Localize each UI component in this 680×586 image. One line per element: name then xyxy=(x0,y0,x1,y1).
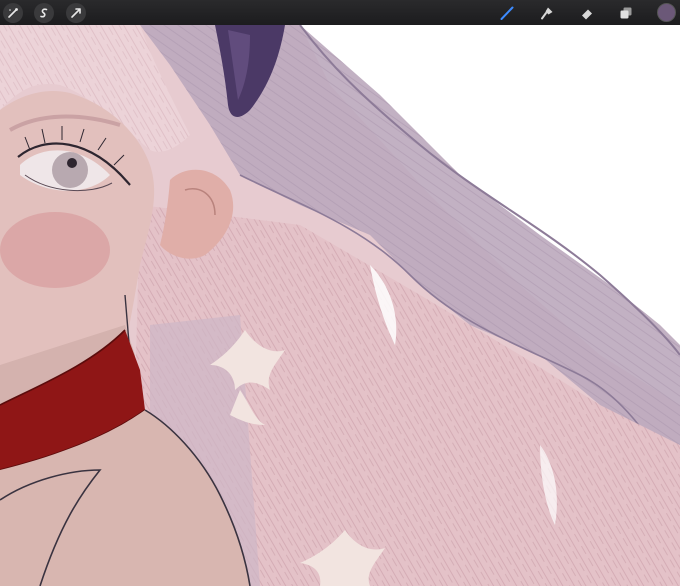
color-swatch[interactable] xyxy=(657,3,676,22)
transform-icon xyxy=(71,8,81,18)
cheek-blush xyxy=(0,212,110,288)
smudge-button[interactable] xyxy=(537,3,557,23)
top-toolbar xyxy=(0,0,680,25)
selection-button[interactable] xyxy=(34,3,54,23)
adjustments-button[interactable] xyxy=(3,3,23,23)
layers-icon xyxy=(620,7,632,19)
layers-button[interactable] xyxy=(616,3,636,23)
drawing-canvas[interactable] xyxy=(0,25,680,586)
artwork xyxy=(0,25,680,586)
pupil xyxy=(67,158,77,168)
brush-button[interactable] xyxy=(497,3,517,23)
eraser-button[interactable] xyxy=(577,3,597,23)
brush-icon xyxy=(500,6,514,20)
transform-button[interactable] xyxy=(66,3,86,23)
adjustments-icon xyxy=(8,8,18,18)
eraser-icon xyxy=(582,9,592,20)
iris xyxy=(52,152,88,188)
drawing-app xyxy=(0,0,680,586)
smudge-icon xyxy=(541,7,553,20)
selection-icon xyxy=(40,8,48,18)
